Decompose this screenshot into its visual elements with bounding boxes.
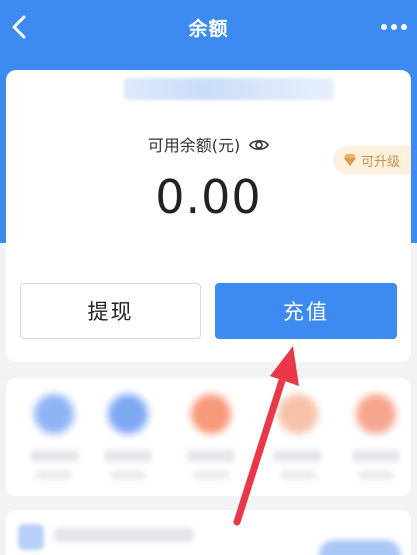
blurred-list-text xyxy=(54,528,194,542)
blurred-list-card xyxy=(6,510,411,555)
balance-card: 可用余额(元) 可升级 0.00 提现 充值 xyxy=(6,70,411,362)
blurred-shortcut-icon xyxy=(34,394,74,434)
balance-label-text: 可用余额(元) xyxy=(147,136,241,155)
blurred-shortcut-label xyxy=(352,450,400,462)
gem-icon xyxy=(344,154,356,166)
blurred-shortcut-label xyxy=(274,450,322,462)
shortcut-item[interactable] xyxy=(181,394,241,480)
shortcut-item[interactable] xyxy=(268,394,328,480)
more-dots-icon xyxy=(381,24,407,30)
blurred-shortcut-icon xyxy=(191,394,231,434)
withdraw-button[interactable]: 提现 xyxy=(20,283,201,339)
shortcut-item[interactable] xyxy=(98,394,158,480)
more-button[interactable] xyxy=(379,18,409,36)
blurred-shortcut-label xyxy=(30,450,78,462)
blurred-shortcut-icon xyxy=(356,394,396,434)
blurred-shortcut-icon xyxy=(108,394,148,434)
shortcut-grid xyxy=(6,378,411,496)
blurred-list-button[interactable] xyxy=(319,540,401,555)
recharge-button[interactable]: 充值 xyxy=(215,283,397,339)
blurred-shortcut-sublabel xyxy=(193,470,229,480)
page-title: 余额 xyxy=(188,18,229,40)
masked-account-info xyxy=(124,78,334,100)
upgrade-badge-text: 可升级 xyxy=(361,154,401,170)
top-bar: 余额 xyxy=(0,0,417,56)
balance-amount: 0.00 xyxy=(155,170,262,224)
eye-icon[interactable] xyxy=(249,137,270,156)
blurred-shortcut-sublabel xyxy=(280,470,316,480)
blurred-shortcut-sublabel xyxy=(358,470,394,480)
blurred-shortcut-label xyxy=(187,450,235,462)
blurred-list-icon xyxy=(18,524,44,550)
shortcut-item[interactable] xyxy=(346,394,406,480)
blurred-shortcut-sublabel xyxy=(110,470,146,480)
shortcut-item[interactable] xyxy=(24,394,84,480)
blurred-shortcut-label xyxy=(104,450,152,462)
blurred-shortcut-icon xyxy=(278,394,318,434)
blurred-shortcut-sublabel xyxy=(36,470,72,480)
